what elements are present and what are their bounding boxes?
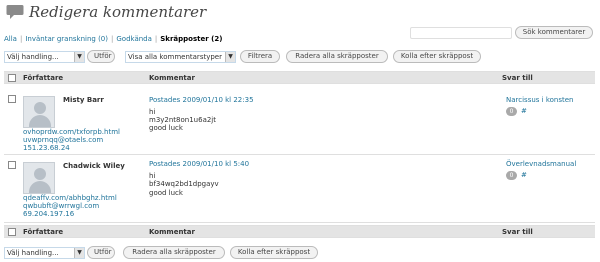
- author-email[interactable]: uvwprnqq@otaels.com: [23, 136, 103, 144]
- comment-line: good luck: [149, 189, 183, 197]
- column-author-footer[interactable]: Författare: [23, 228, 63, 236]
- comment-line: hi: [149, 172, 156, 180]
- column-reply-to-footer: Svar till: [502, 228, 533, 236]
- column-comment-footer: Kommentar: [149, 228, 195, 236]
- comment-count-bubble[interactable]: 0: [506, 171, 517, 180]
- comment-count-bubble[interactable]: 0: [506, 107, 517, 116]
- table-footer: Författare Kommentar Svar till: [4, 225, 595, 238]
- comment-line: m3y2nt8on1u6a2jt: [149, 116, 216, 124]
- apply-button-top[interactable]: Utför: [87, 50, 115, 63]
- page-title: Redigera kommentarer: [29, 3, 207, 21]
- comment-line: hi: [149, 108, 156, 116]
- delete-all-spam-button-bottom[interactable]: Radera alla skräpposter: [123, 246, 225, 259]
- author-name: Chadwick Wiley: [63, 162, 125, 170]
- row-checkbox[interactable]: [8, 161, 16, 169]
- comment-date-link[interactable]: Postades 2009/01/10 kl 5:40: [149, 160, 249, 168]
- comments-icon: [6, 5, 24, 19]
- table-row: Chadwick Wiley qdeaffv.com/abhbghz.html …: [4, 155, 595, 223]
- post-link[interactable]: Narcissus i konsten: [506, 96, 573, 104]
- author-ip[interactable]: 151.23.68.24: [23, 144, 70, 152]
- table-header: Författare Kommentar Svar till: [4, 71, 595, 84]
- check-spam-button-top[interactable]: Kolla efter skräppost: [393, 50, 481, 63]
- status-filters: Alla | Inväntar granskning (0) | Godkända | Sk…: [4, 35, 223, 43]
- post-permalink[interactable]: #: [521, 107, 527, 115]
- author-url[interactable]: ovhoprdw.com/txforpb.html: [23, 128, 120, 136]
- column-reply-to: Svar till: [502, 74, 533, 82]
- filter-pending[interactable]: Inväntar granskning (0): [25, 35, 108, 43]
- comment-date-link[interactable]: Postades 2009/01/10 kl 22:35: [149, 96, 254, 104]
- author-ip[interactable]: 69.204.197.16: [23, 210, 74, 218]
- comment-line: good luck: [149, 124, 183, 132]
- author-url[interactable]: qdeaffv.com/abhbghz.html: [23, 194, 117, 202]
- chevron-down-icon: ▼: [74, 52, 84, 62]
- chevron-down-icon: ▼: [225, 52, 235, 62]
- delete-all-spam-button-top[interactable]: Radera alla skräpposter: [286, 50, 388, 63]
- avatar: [23, 162, 55, 194]
- comment-type-select[interactable]: Visa alla kommentarstyper ▼: [125, 51, 236, 63]
- bulk-action-select-top[interactable]: Välj handling... ▼: [4, 51, 85, 63]
- search-input[interactable]: [410, 27, 512, 39]
- filter-all[interactable]: Alla: [4, 35, 17, 43]
- chevron-down-icon: ▼: [74, 248, 84, 258]
- apply-button-bottom[interactable]: Utför: [87, 246, 115, 259]
- table-row: Misty Barr ovhoprdw.com/txforpb.html uvw…: [4, 85, 595, 155]
- bulk-action-select-bottom[interactable]: Välj handling... ▼: [4, 247, 85, 259]
- avatar: [23, 96, 55, 128]
- select-all-checkbox[interactable]: [8, 74, 16, 82]
- search-comments-button[interactable]: Sök kommentarer: [515, 26, 593, 39]
- row-checkbox[interactable]: [8, 95, 16, 103]
- author-name: Misty Barr: [63, 96, 104, 104]
- filter-approved[interactable]: Godkända: [116, 35, 152, 43]
- column-author[interactable]: Författare: [23, 74, 63, 82]
- check-spam-button-bottom[interactable]: Kolla efter skräppost: [230, 246, 318, 259]
- comment-line: bf34wq2bd1dpgayv: [149, 180, 219, 188]
- author-email[interactable]: qwbubft@wrrwgl.com: [23, 202, 99, 210]
- column-comment: Kommentar: [149, 74, 195, 82]
- filter-spam[interactable]: Skräpposter (2): [160, 35, 222, 43]
- select-all-checkbox-footer[interactable]: [8, 228, 16, 236]
- filter-button[interactable]: Filtrera: [240, 50, 280, 63]
- post-link[interactable]: Överlevnadsmanual: [506, 160, 576, 168]
- post-permalink[interactable]: #: [521, 171, 527, 179]
